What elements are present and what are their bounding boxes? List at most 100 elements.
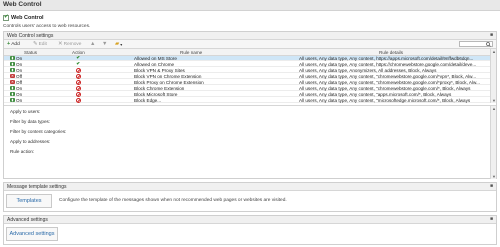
web-control-checkbox[interactable] [3,14,9,21]
rule-details: All users, Any data type, Any content, "… [299,74,477,79]
advanced-collapse-icon[interactable]: ■ [490,216,493,222]
folder-button[interactable]: ▰ ▾ [115,40,122,48]
rule-name: Block VPN & Proxy Sites [134,68,185,73]
rule-status-cell[interactable]: ▮ On [10,68,22,73]
feature-toggle[interactable]: Web Control [3,14,44,21]
rule-details: All users, Any data type, Any content, "… [299,98,471,103]
rule-details: All users, Any data type, Any content, "… [299,92,452,97]
rules-toolbar: + Add ✎ Edit ✕ Remove ▲ ▼ ▰ ▾ [4,40,496,49]
settings-panel-label: Web Control settings [7,33,54,39]
search-input[interactable] [459,41,493,47]
table-row[interactable]: ▮ On Block VPN & Proxy Sites All users, Any… [4,68,490,73]
message-collapse-icon[interactable]: ■ [490,183,493,189]
rule-details: All users, Any data type, Any content, h… [299,56,474,61]
apply-addresses-label: Apply to addresses: [10,139,51,144]
advanced-panel-label: Advanced settings [7,217,48,223]
remove-icon: ✕ [58,40,63,47]
rule-status-text: On [16,98,23,103]
folder-icon: ▰ [115,40,120,47]
column-status[interactable]: Status [24,50,37,55]
rule-status-text: On [16,62,23,67]
status-on-icon: ▮ [10,98,15,102]
block-icon [76,80,81,85]
rule-status-text: Off [16,80,23,85]
table-row[interactable]: ▮ On Block Microsoft Store All users, Any d… [4,92,490,97]
page-header: Web Control [0,0,500,11]
rule-status-cell[interactable]: ✕ Off [10,74,22,79]
column-rule-details[interactable]: Rule details [379,50,403,55]
table-row[interactable]: ▮ On Block Edge... All users, Any data type… [4,98,490,103]
rule-status-cell[interactable]: ▮ On [10,86,22,91]
rule-details: All users, Any data type, Any content, "… [299,86,471,91]
settings-panel-header: Web Control settings ■ [4,32,496,40]
advanced-panel-header: Advanced settings ■ [4,216,496,224]
table-row[interactable]: ✕ Off Block VPN on Chrome Extension All use… [4,74,490,79]
edit-button[interactable]: ✎ Edit [33,40,47,48]
remove-button[interactable]: ✕ Remove [58,40,81,48]
rule-status-cell[interactable]: ▮ On [10,98,22,103]
allow-check-icon: ✔ [76,56,82,61]
rule-name: Block Edge... [134,98,162,103]
rule-details: All users, Any data type, Any content, "… [299,80,480,85]
rule-action-label: Rule action: [10,149,35,154]
chevron-down-icon: ▾ [120,41,123,47]
block-icon [76,86,81,91]
rule-name: Allowed on Chrome [134,62,175,67]
block-icon [76,68,81,73]
rule-status-cell[interactable]: ▮ On [10,56,22,61]
details-scrollbar[interactable]: ▲ ▼ [490,106,496,179]
rule-action-cell [76,98,81,103]
rule-details-pane: Apply to users: Filter by data types: Fi… [4,105,496,179]
details-scroll-up-icon[interactable]: ▲ [492,106,496,111]
message-panel-label: Message template settings [7,184,67,190]
plus-icon: + [7,40,11,47]
allow-check-icon: ✔ [76,62,82,67]
table-row[interactable]: ▮ On ✔ Allowed on MS Store All users, Any da… [4,56,490,61]
move-up-button[interactable]: ▲ [90,40,95,48]
rule-details: All users, Any data type, Anonymizers, A… [299,68,437,73]
rule-status-cell[interactable]: ▮ On [10,92,22,97]
web-control-settings-panel: Web Control settings ■ + Add ✎ Edit ✕ Re… [3,31,497,179]
table-row[interactable]: ✕ Off Block Proxy on Chrome Extension All u… [4,80,490,85]
table-row[interactable]: ▮ On ✔ Allowed on Chrome All users, Any data… [4,62,490,67]
rule-details: All users, Any data type, Any content, h… [299,62,477,67]
advanced-settings-panel: Advanced settings ■ Advanced settings [3,215,497,245]
status-on-icon: ▮ [10,68,15,72]
feature-description: Controls users' access to web resources. [3,24,91,29]
status-on-icon: ▮ [10,92,15,96]
advanced-settings-button[interactable]: Advanced settings [6,227,58,241]
rule-status-text: On [16,92,23,97]
filter-content-label: Filter by content categories: [10,129,67,134]
move-down-button[interactable]: ▼ [102,40,107,48]
pencil-icon: ✎ [33,40,38,47]
search-icon [486,42,491,47]
rule-status-cell[interactable]: ✕ Off [10,80,22,85]
status-off-icon: ✕ [10,80,15,84]
message-description: Configure the template of the messages s… [59,198,287,203]
rule-name: Allowed on MS Store [134,56,177,61]
rule-status-text: On [16,86,23,91]
rule-status-text: Off [16,74,23,79]
templates-button[interactable]: Templates [6,194,52,208]
rule-status-text: On [16,56,23,61]
arrow-down-icon: ▼ [102,40,108,47]
scroll-down-icon[interactable]: ▼ [492,98,496,103]
details-scroll-down-icon[interactable]: ▼ [492,174,496,179]
message-template-panel: Message template settings ■ Templates Co… [3,182,497,212]
rules-scrollbar[interactable]: ▲ ▼ [490,49,496,103]
block-icon [76,92,81,97]
rule-status-cell[interactable]: ▮ On [10,62,22,67]
scroll-up-icon[interactable]: ▲ [492,49,496,54]
column-rule-name[interactable]: Rule name [180,50,202,55]
rule-name: Block VPN on Chrome Extension [134,74,202,79]
page-title: Web Control [3,1,42,8]
add-button[interactable]: + Add [7,40,20,48]
rule-status-text: On [16,68,23,73]
apply-users-label: Apply to users: [10,109,41,114]
table-row[interactable]: ▮ On Block Chrome Extension All users, Any … [4,86,490,91]
status-off-icon: ✕ [10,74,15,78]
column-action[interactable]: Action [72,50,85,55]
collapse-icon[interactable]: ■ [490,32,493,38]
message-panel-header: Message template settings ■ [4,183,496,191]
arrow-up-icon: ▲ [90,40,96,47]
